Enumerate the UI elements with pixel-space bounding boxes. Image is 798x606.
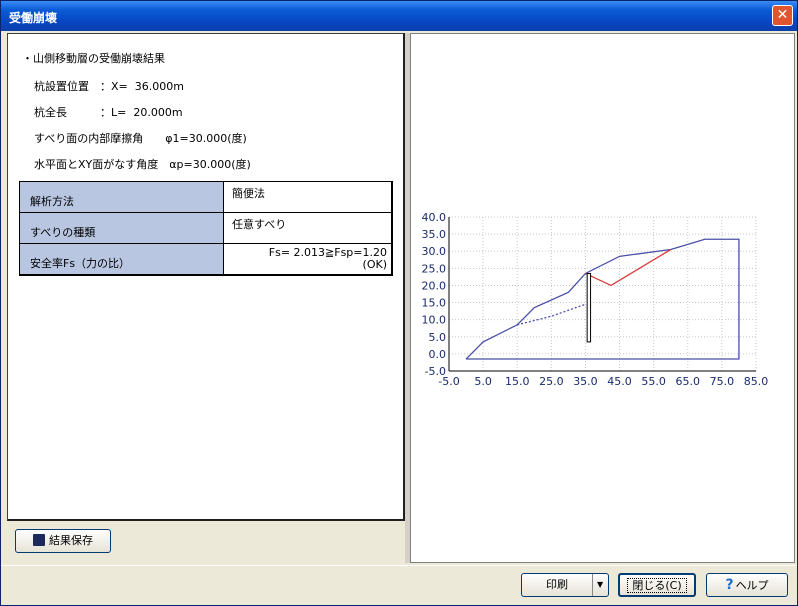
slip-type-value: 任意すべり bbox=[223, 212, 393, 244]
results-heading: ・山側移動層の受働崩壊結果 bbox=[22, 52, 165, 65]
method-label: 解析方法 bbox=[19, 181, 224, 213]
safety-factor-value: Fs= 2.013≧Fsp=1.20 (OK) bbox=[223, 243, 393, 276]
table-row: 解析方法 簡便法 bbox=[19, 181, 393, 213]
save-results-button[interactable]: 結果保存 bbox=[15, 529, 111, 553]
save-results-label: 結果保存 bbox=[49, 534, 93, 547]
y-tick-label: 15.0 bbox=[422, 297, 447, 310]
y-tick-label: 5.0 bbox=[429, 331, 447, 344]
x-tick-label: 15.0 bbox=[505, 375, 530, 388]
pile-length-text: 杭全長 ：L= 20.000m bbox=[34, 106, 183, 119]
results-panel: ・山側移動層の受働崩壊結果 杭設置位置 ：X= 36.000m 杭全長 ：L= … bbox=[7, 33, 405, 521]
floppy-disk-icon bbox=[33, 534, 45, 546]
close-icon[interactable]: ✕ bbox=[772, 5, 793, 26]
help-button[interactable]: ? ヘルプ bbox=[706, 573, 788, 597]
y-tick-label: 40.0 bbox=[422, 211, 447, 224]
x-tick-label: 45.0 bbox=[607, 375, 632, 388]
pile-position-text: 杭設置位置 ：X= 36.000m bbox=[34, 80, 184, 93]
left-button-area: 結果保存 bbox=[7, 521, 405, 563]
title-bar[interactable]: 受働崩壊 ✕ bbox=[1, 1, 797, 31]
x-tick-label: 55.0 bbox=[641, 375, 666, 388]
pile-mark bbox=[586, 272, 592, 343]
help-label: ヘルプ bbox=[735, 579, 769, 592]
x-tick-label: 65.0 bbox=[676, 375, 701, 388]
y-tick-label: -5.0 bbox=[425, 365, 446, 378]
table-row: すべりの種類 任意すべり bbox=[19, 212, 393, 244]
close-label: 閉じる(C) bbox=[627, 578, 687, 593]
x-tick-label: 35.0 bbox=[573, 375, 598, 388]
slip-type-label: すべりの種類 bbox=[19, 212, 224, 244]
question-icon: ? bbox=[725, 577, 734, 593]
table-row: 安全率Fs（力の比） Fs= 2.013≧Fsp=1.20 (OK) bbox=[19, 243, 393, 276]
x-tick-label: 85.0 bbox=[744, 375, 769, 388]
dialog-window: 受働崩壊 ✕ ・山側移動層の受働崩壊結果 杭設置位置 ：X= 36.000m 杭… bbox=[0, 0, 798, 606]
series-line-0 bbox=[465, 238, 740, 360]
print-label: 印刷 bbox=[546, 578, 568, 591]
y-tick-label: 20.0 bbox=[422, 279, 447, 292]
results-table: 解析方法 簡便法 すべりの種類 任意すべり 安全率Fs（力の比） Fs= 2.0… bbox=[19, 181, 393, 276]
method-value: 簡便法 bbox=[223, 181, 393, 213]
x-tick-label: 75.0 bbox=[710, 375, 735, 388]
y-tick-label: 0.0 bbox=[429, 348, 447, 361]
y-tick-label: 30.0 bbox=[422, 245, 447, 258]
y-tick-label: 25.0 bbox=[422, 262, 447, 275]
x-tick-label: 25.0 bbox=[539, 375, 564, 388]
y-tick-label: 10.0 bbox=[422, 314, 447, 327]
plane-angle-text: 水平面とXY面がなす角度 αp=30.000(度) bbox=[34, 158, 251, 171]
dialog-footer: 印刷 閉じる(C) ?ヘルプ bbox=[1, 565, 797, 605]
safety-factor-label: 安全率Fs（力の比） bbox=[19, 243, 224, 276]
friction-angle-text: すべり面の内部摩擦角 φ1=30.000(度) bbox=[34, 132, 247, 145]
safety-factor-judgement: (OK) bbox=[362, 258, 387, 271]
y-tick-label: 35.0 bbox=[422, 228, 447, 241]
slope-chart: -5.0 5.0 15.0 25.0 35.0 45.0 55.0 65.0 75.0 85.0-… bbox=[422, 211, 769, 388]
window-title: 受働崩壊 bbox=[9, 11, 58, 25]
x-tick-label: 5.0 bbox=[474, 375, 492, 388]
print-button[interactable]: 印刷 bbox=[521, 573, 609, 597]
close-button[interactable]: 閉じる(C) bbox=[618, 573, 696, 597]
chart-panel: -5.0 5.0 15.0 25.0 35.0 45.0 55.0 65.0 75.0 85.0-… bbox=[410, 33, 795, 563]
print-dropdown-icon[interactable] bbox=[592, 574, 608, 596]
